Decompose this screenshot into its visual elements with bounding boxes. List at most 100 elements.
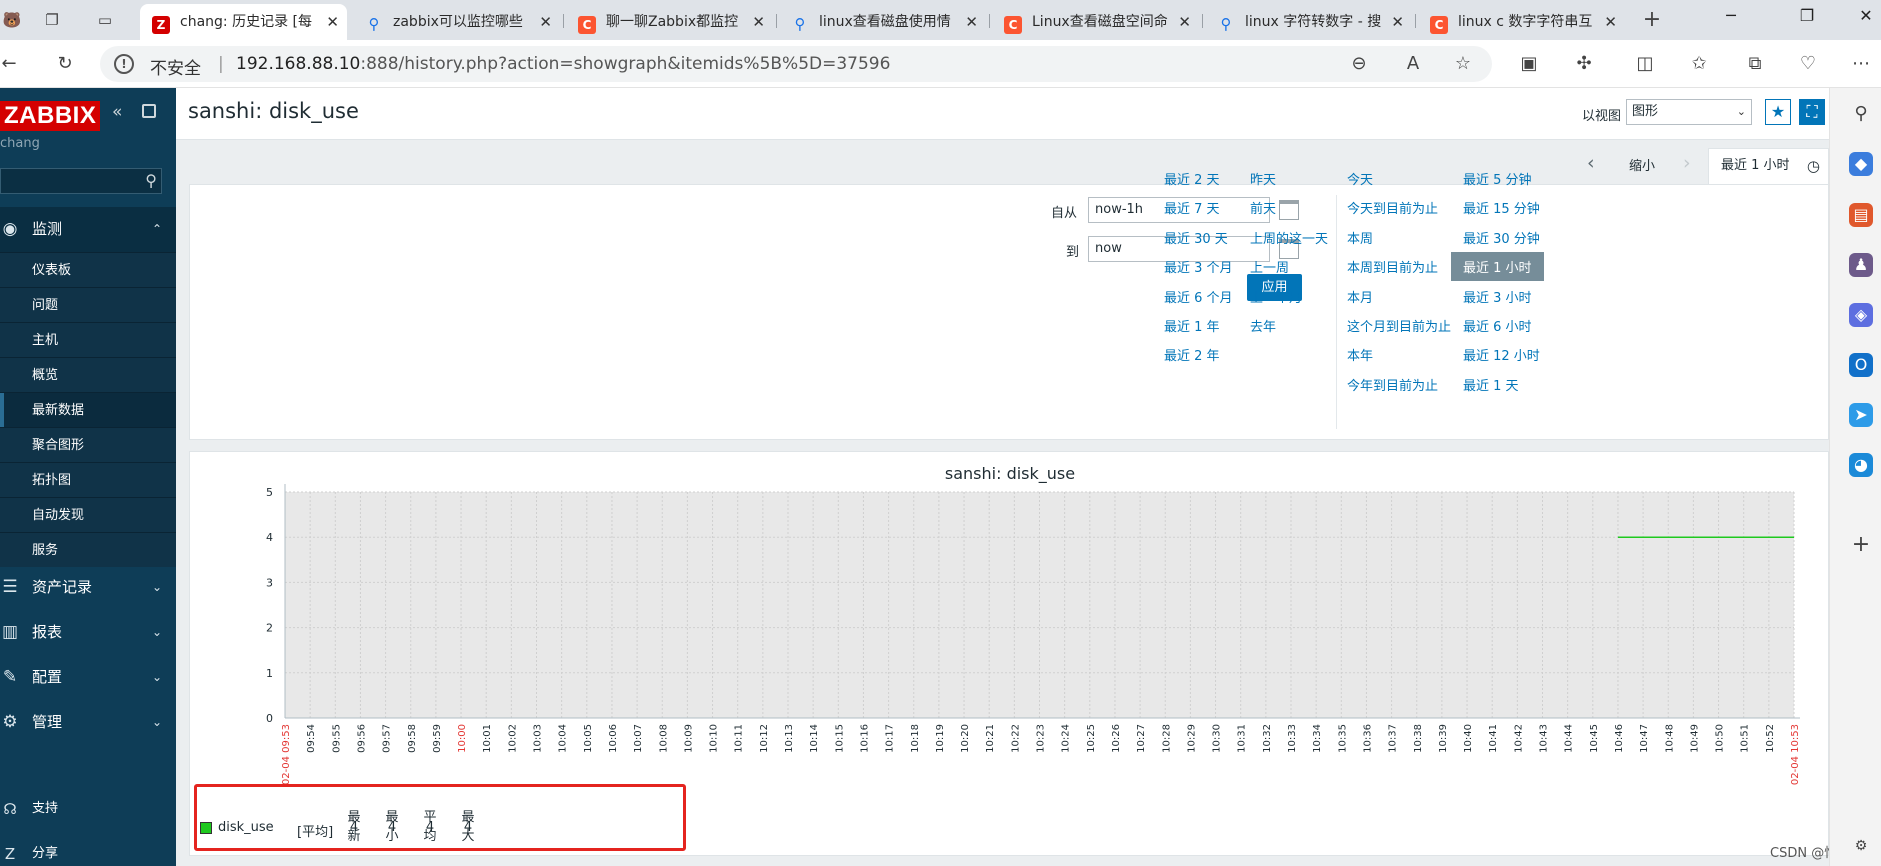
quick-range-link[interactable]: 最近 5 分钟 (1463, 169, 1532, 188)
browser-tab-6[interactable]: Clinux c 数字字符串互 ✕ (1418, 4, 1625, 40)
submenu-overview[interactable]: 概览 (0, 357, 176, 392)
back-arrow-icon[interactable]: ← (0, 52, 22, 76)
quick-range-link[interactable]: 本年 (1347, 345, 1373, 364)
window-close-icon[interactable]: ✕ (1851, 6, 1881, 25)
sidebar-search-input[interactable]: ⚲ (0, 168, 162, 194)
add-favorite-button[interactable]: ★ (1765, 99, 1791, 125)
submenu-screens[interactable]: 聚合图形 (0, 427, 176, 462)
submenu-hosts[interactable]: 主机 (0, 322, 176, 357)
quick-range-link[interactable]: 最近 30 天 (1164, 228, 1228, 247)
url-text[interactable]: 192.168.88.10:888/history.php?action=sho… (236, 54, 890, 74)
quick-range-link[interactable]: 最近 2 天 (1164, 169, 1220, 188)
tab-actions-icon[interactable]: ▭ (93, 8, 117, 32)
close-icon[interactable]: ✕ (1391, 4, 1404, 40)
menu-monitoring[interactable]: ◉ 监测 ⌃ (0, 207, 176, 252)
kiosk-mode-icon[interactable] (142, 104, 156, 118)
read-aloud-icon[interactable]: A (1400, 52, 1426, 76)
extension-icon[interactable]: ▣ (1516, 52, 1542, 76)
quick-range-link[interactable]: 最近 1 年 (1164, 316, 1220, 335)
quick-range-link[interactable]: 昨天 (1250, 169, 1276, 188)
games-icon[interactable]: ♟ (1849, 253, 1873, 277)
sidebar-settings-icon[interactable]: ⚙ (1849, 834, 1873, 858)
search-icon[interactable]: ⚲ (145, 171, 157, 190)
browser-tab-5[interactable]: ⚲ linux 字符转数字 - 搜 ✕ (1205, 4, 1412, 40)
menu-reports[interactable]: ▥ 报表 ⌄ (0, 610, 176, 655)
quick-range-link[interactable]: 今天到目前为止 (1347, 198, 1438, 217)
time-forward-icon[interactable]: › (1683, 152, 1691, 174)
add-icon[interactable]: + (1849, 533, 1873, 557)
quick-range-link[interactable]: 最近 3 个月 (1164, 257, 1233, 276)
favorites-icon[interactable]: ✩ (1686, 52, 1712, 76)
time-back-icon[interactable]: ‹ (1587, 152, 1595, 174)
browser-tab-0[interactable]: Zchang: 历史记录 [每 ✕ (140, 4, 347, 40)
url-field[interactable]: ! 不安全 | 192.168.88.10:888/history.php?ac… (100, 46, 1492, 82)
submenu-dashboard[interactable]: 仪表板 (0, 252, 176, 287)
menu-administration[interactable]: ⚙ 管理 ⌄ (0, 700, 176, 745)
quick-range-link[interactable]: 最近 7 天 (1164, 198, 1220, 217)
drop-icon[interactable]: ◕ (1849, 453, 1873, 477)
collapse-sidebar-icon[interactable]: « (112, 102, 122, 122)
performance-icon[interactable]: ♡ (1795, 52, 1821, 76)
menu-inventory[interactable]: ☰ 资产记录 ⌄ (0, 565, 176, 610)
menu-share[interactable]: Z 分享 (0, 834, 176, 866)
copilot-icon[interactable]: ◈ (1849, 303, 1873, 327)
quick-range-link[interactable]: 最近 30 分钟 (1463, 228, 1540, 247)
submenu-problems[interactable]: 问题 (0, 287, 176, 322)
quick-range-link[interactable]: 去年 (1250, 316, 1276, 335)
submenu-latest-data[interactable]: 最新数据 (0, 392, 176, 428)
quick-range-link[interactable]: 最近 3 小时 (1463, 287, 1532, 306)
minimize-icon[interactable]: ─ (1716, 6, 1746, 25)
warning-icon[interactable]: ! (114, 54, 134, 74)
menu-support[interactable]: ☊ 支持 (0, 789, 176, 829)
close-icon[interactable]: ✕ (1178, 4, 1191, 40)
close-icon[interactable]: ✕ (539, 4, 552, 40)
restore-icon[interactable]: ❐ (1792, 6, 1822, 25)
quick-range-link[interactable]: 上一个月 (1250, 287, 1302, 306)
quick-range-link[interactable]: 最近 1 天 (1463, 375, 1519, 394)
quick-range-link[interactable]: 前天 (1250, 198, 1276, 217)
view-as-select[interactable]: 图形 ⌄ (1626, 99, 1752, 125)
close-icon[interactable]: ✕ (965, 4, 978, 40)
fullscreen-button[interactable]: ⛶ (1799, 99, 1825, 125)
quick-range-link[interactable]: 上周的这一天 (1250, 228, 1328, 247)
close-icon[interactable]: ✕ (326, 4, 339, 40)
browser-tab-3[interactable]: ⚲ linux查看磁盘使用情 ✕ (779, 4, 986, 40)
reload-icon[interactable]: ↻ (52, 52, 78, 76)
menu-configuration[interactable]: ✎ 配置 ⌄ (0, 655, 176, 700)
quick-range-link[interactable]: 本周 (1347, 228, 1373, 247)
collections-icon[interactable]: ⧉ (1742, 52, 1768, 76)
quick-range-link[interactable]: 最近 2 年 (1164, 345, 1220, 364)
quick-range-link[interactable]: 今天 (1347, 169, 1373, 188)
shopping-tag-icon[interactable]: ◆ (1849, 152, 1873, 176)
split-screen-icon[interactable]: ◫ (1632, 52, 1658, 76)
quick-range-link[interactable]: 最近 6 小时 (1463, 316, 1532, 335)
submenu-maps[interactable]: 拓扑图 (0, 462, 176, 497)
quick-range-link[interactable]: 今年到目前为止 (1347, 375, 1438, 394)
search-icon[interactable]: ⚲ (1849, 102, 1873, 126)
submenu-services[interactable]: 服务 (0, 532, 176, 567)
profile-avatar-icon[interactable]: 🐻 (0, 8, 24, 32)
security-label[interactable]: 不安全 (150, 54, 201, 79)
zoom-out-button[interactable]: 缩小 (1629, 155, 1655, 174)
close-icon[interactable]: ✕ (752, 4, 765, 40)
browser-tab-4[interactable]: C Linux查看磁盘空间命 ✕ (992, 4, 1199, 40)
extensions-puzzle-icon[interactable]: ✣ (1571, 52, 1597, 76)
browser-tab-2[interactable]: C 聊一聊Zabbix都监控 ✕ (566, 4, 773, 40)
submenu-discovery[interactable]: 自动发现 (0, 497, 176, 532)
quick-range-link[interactable]: 本周到目前为止 (1347, 257, 1438, 276)
send-icon[interactable]: ➤ (1849, 403, 1873, 427)
quick-range-link[interactable]: 最近 12 小时 (1463, 345, 1540, 364)
quick-range-link[interactable]: 这个月到目前为止 (1347, 316, 1451, 335)
workspaces-icon[interactable]: ❐ (40, 8, 64, 32)
more-menu-icon[interactable]: ⋯ (1848, 52, 1874, 76)
quick-range-link[interactable]: 最近 1 小时 (1451, 252, 1544, 282)
new-tab-button[interactable]: + (1640, 8, 1664, 32)
calendar-icon[interactable] (1279, 200, 1299, 220)
quick-range-link[interactable]: 本月 (1347, 287, 1373, 306)
outlook-icon[interactable]: O (1849, 353, 1873, 377)
zabbix-logo[interactable]: ZABBIX (0, 101, 101, 131)
tools-icon[interactable]: ▤ (1849, 203, 1873, 227)
browser-tab-1[interactable]: ⚲ zabbix可以监控哪些 ✕ (353, 4, 560, 40)
quick-range-link[interactable]: 上一周 (1250, 257, 1289, 276)
favorite-star-icon[interactable]: ☆ (1450, 52, 1476, 76)
